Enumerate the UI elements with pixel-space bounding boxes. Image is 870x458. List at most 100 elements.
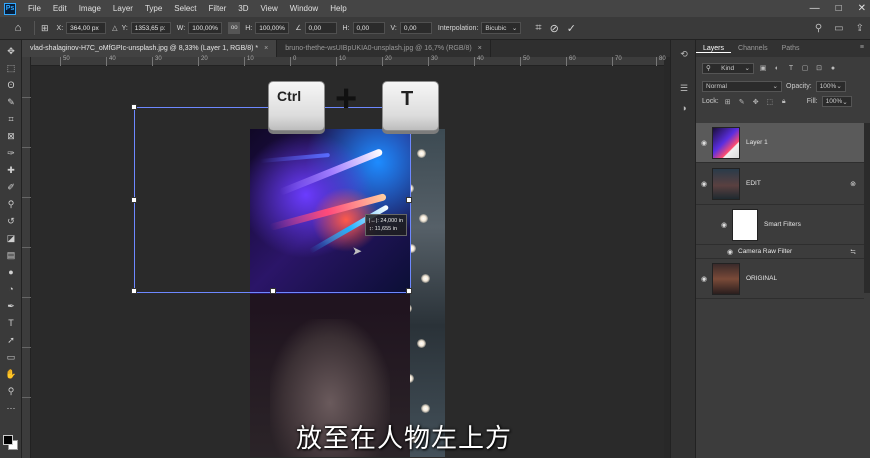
foreground-color-swatch[interactable] — [3, 435, 13, 445]
search-icon[interactable]: ⚲ — [815, 23, 822, 34]
transform-handle-top-left[interactable] — [131, 104, 137, 110]
y-input[interactable]: 1353,65 p: — [130, 22, 171, 34]
frame-tool-icon[interactable]: ⊠ — [3, 129, 19, 143]
healing-tool-icon[interactable]: ✚ — [3, 163, 19, 177]
lock-position-icon[interactable]: ✥ — [751, 98, 761, 106]
opacity-input[interactable]: 100% ⌄ — [815, 80, 846, 92]
fill-input[interactable]: 100% ⌄ — [821, 96, 852, 107]
lock-pixels-icon[interactable]: ✎ — [737, 98, 747, 106]
filter-toggle-icon[interactable]: ● — [828, 65, 838, 72]
eye-icon[interactable]: ◉ — [722, 248, 738, 256]
tab-bruno-thethe[interactable]: bruno-thethe-wsUIBpUKIA0-unsplash.jpg @ … — [277, 40, 491, 57]
share-icon[interactable]: ⇪ — [856, 23, 864, 34]
move-tool-icon[interactable]: ✥ — [3, 44, 19, 58]
reference-point-icon[interactable]: ⊞ — [41, 23, 49, 34]
shape-tool-icon[interactable]: ▭ — [3, 350, 19, 364]
dodge-tool-icon[interactable]: ◔ — [3, 282, 19, 296]
commit-transform-icon[interactable]: ✓ — [567, 22, 576, 35]
tab-vlad-shalaginov[interactable]: vlad-shalaginov-H7C_oMfGPIc-unsplash.jpg… — [22, 40, 278, 57]
brush-tool-icon[interactable]: ✐ — [3, 180, 19, 194]
transform-handle-bottom[interactable] — [270, 288, 276, 294]
layer-name[interactable]: Camera Raw Filter — [738, 248, 792, 255]
filter-pixel-icon[interactable]: ▣ — [758, 64, 768, 72]
vskew-input[interactable]: 0,00 — [399, 22, 432, 34]
layer-row-smart-filters[interactable]: ◉ Smart Filters — [696, 205, 864, 245]
eyedropper-tool-icon[interactable]: ✑ — [3, 146, 19, 160]
lock-artboard-icon[interactable]: ⬚ — [765, 98, 775, 106]
hskew-input[interactable]: 0,00 — [352, 22, 385, 34]
transform-handle-right[interactable] — [406, 197, 412, 203]
w-input[interactable]: 100,00% — [188, 22, 223, 34]
menu-filter[interactable]: Filter — [203, 4, 233, 13]
gradient-tool-icon[interactable]: ▤ — [3, 248, 19, 262]
transform-bounding-box[interactable] — [131, 104, 412, 294]
eye-icon[interactable]: ◉ — [696, 275, 712, 283]
home-icon[interactable]: ⌂ — [8, 20, 28, 36]
more-tools-icon[interactable]: ⋯ — [3, 401, 19, 415]
filter-options-icon[interactable]: ≒ — [850, 248, 856, 256]
delta-icon[interactable]: △ — [112, 24, 117, 32]
stamp-tool-icon[interactable]: ⚲ — [3, 197, 19, 211]
eraser-tool-icon[interactable]: ◪ — [3, 231, 19, 245]
eye-icon[interactable]: ◉ — [696, 180, 712, 188]
close-icon[interactable]: ✕ — [858, 3, 866, 14]
menu-view[interactable]: View — [255, 4, 284, 13]
pen-tool-icon[interactable]: ✒ — [3, 299, 19, 313]
type-tool-icon[interactable]: T — [3, 316, 19, 330]
menu-image[interactable]: Image — [73, 4, 107, 13]
transform-handle-bottom-right[interactable] — [406, 288, 412, 294]
menu-select[interactable]: Select — [168, 4, 202, 13]
layer-name[interactable]: Smart Filters — [764, 221, 801, 228]
menu-file[interactable]: File — [22, 4, 47, 13]
x-input[interactable]: 364,00 px — [66, 22, 107, 34]
close-tab-icon[interactable]: × — [264, 45, 268, 52]
layers-scrollbar[interactable] — [864, 123, 870, 293]
layer-name[interactable]: ORIGINAL — [746, 275, 777, 282]
filter-shape-icon[interactable]: ▢ — [800, 64, 810, 72]
h-input[interactable]: 100,00% — [255, 22, 290, 34]
menu-layer[interactable]: Layer — [107, 4, 139, 13]
blend-mode-select[interactable]: Normal ⌄ — [702, 80, 782, 92]
panel-menu-icon[interactable]: ≡ — [860, 44, 864, 51]
minimize-icon[interactable]: — — [810, 3, 820, 14]
eye-icon[interactable]: ◉ — [696, 139, 712, 147]
blur-tool-icon[interactable]: ● — [3, 265, 19, 279]
filter-adjustment-icon[interactable]: ◐ — [772, 65, 782, 72]
zoom-tool-icon[interactable]: ⚲ — [3, 384, 19, 398]
lock-all-icon[interactable]: 🔒︎ — [779, 98, 789, 106]
lasso-tool-icon[interactable]: ʘ — [3, 78, 19, 92]
layer-name[interactable]: Layer 1 — [746, 139, 768, 146]
link-icon[interactable]: oo — [228, 22, 241, 34]
properties-panel-icon[interactable]: ☰ — [678, 82, 690, 94]
layer-row-edit[interactable]: ◉ EDIT ⊚ — [696, 163, 864, 205]
menu-type[interactable]: Type — [139, 4, 168, 13]
eye-icon[interactable]: ◉ — [716, 221, 732, 229]
menu-window[interactable]: Window — [284, 4, 324, 13]
crop-tool-icon[interactable]: ⌗ — [3, 112, 19, 126]
transform-handle-bottom-left[interactable] — [131, 288, 137, 294]
transform-handle-left[interactable] — [131, 197, 137, 203]
maximize-icon[interactable]: □ — [836, 3, 842, 14]
history-panel-icon[interactable]: ⟲ — [678, 48, 690, 60]
warp-icon[interactable]: ⌗ — [535, 22, 541, 35]
menu-3d[interactable]: 3D — [232, 4, 254, 13]
layer-row-original[interactable]: ◉ ORIGINAL — [696, 259, 864, 299]
hand-tool-icon[interactable]: ✋ — [3, 367, 19, 381]
workspace-icon[interactable]: ▭ — [834, 23, 843, 34]
menu-edit[interactable]: Edit — [47, 4, 73, 13]
layer-row-camera-raw[interactable]: ◉ Camera Raw Filter ≒ — [696, 245, 864, 259]
marquee-tool-icon[interactable]: ⬚ — [3, 61, 19, 75]
adjustments-panel-icon[interactable]: ◑ — [678, 102, 690, 114]
close-tab-icon[interactable]: × — [478, 45, 482, 52]
history-brush-icon[interactable]: ↺ — [3, 214, 19, 228]
layer-row-layer-1[interactable]: ◉ Layer 1 — [696, 123, 864, 163]
document-canvas[interactable]: |↔|: 24,000 in ↕: 11,655 in ➤ Ctrl + T 放… — [31, 66, 664, 458]
tab-channels[interactable]: Channels — [731, 45, 775, 52]
tab-paths[interactable]: Paths — [775, 45, 807, 52]
cancel-transform-icon[interactable]: ⊘ — [550, 22, 559, 35]
filter-smart-icon[interactable]: ⊡ — [814, 64, 824, 72]
angle-input[interactable]: 0,00 — [304, 22, 337, 34]
menu-help[interactable]: Help — [324, 4, 352, 13]
tab-layers[interactable]: Layers — [696, 45, 732, 53]
interpolation-select[interactable]: Bicubic ⌄ — [481, 22, 522, 34]
